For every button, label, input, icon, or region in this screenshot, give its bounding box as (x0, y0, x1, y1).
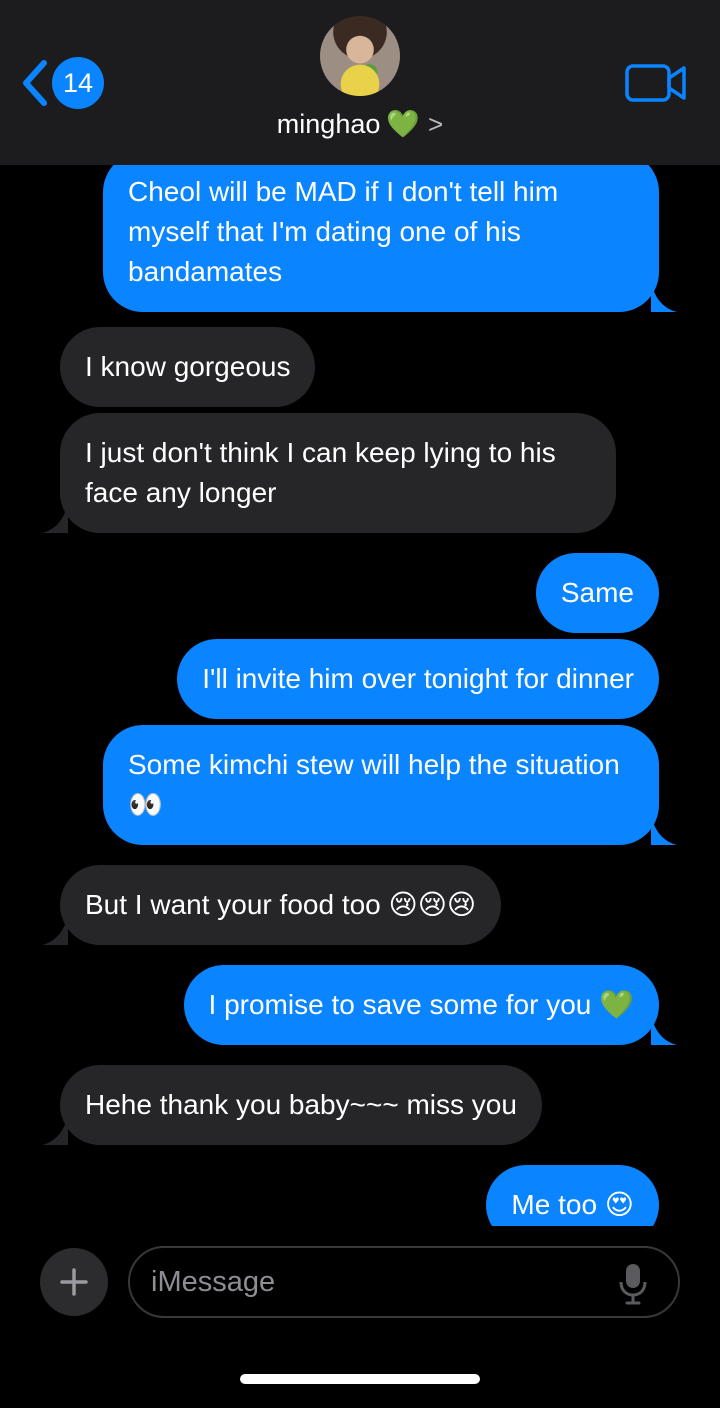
message-text: Same (560, 577, 634, 608)
message-sent[interactable]: Me too 😍 (486, 1165, 659, 1226)
message-text: I know gorgeous (85, 351, 291, 382)
message-sent[interactable]: Some kimchi stew will help the situation… (103, 725, 677, 845)
bubble-tail (651, 282, 677, 312)
video-camera-icon (625, 64, 686, 102)
back-button[interactable]: 14 (18, 56, 104, 110)
contact-name-button[interactable]: minghao 💚 > (0, 108, 720, 140)
message-sent[interactable]: I promise to save some for you 💚 (183, 965, 677, 1045)
bubble-tail (42, 1115, 68, 1145)
message-received[interactable]: I know gorgeous (60, 327, 316, 407)
plus-icon (60, 1268, 88, 1296)
message-input-placeholder: iMessage (151, 1265, 276, 1298)
message-text: Some kimchi stew will help the situation… (128, 749, 620, 820)
message-received[interactable]: Hehe thank you baby~~~ miss you (42, 1065, 542, 1145)
contact-name: minghao (276, 108, 381, 139)
bubble-tail (42, 503, 68, 533)
bubble-tail (651, 1015, 677, 1045)
message-received[interactable]: But I want your food too 😢😢😢 (42, 865, 502, 945)
message-text: I promise to save some for you 💚 (208, 989, 634, 1020)
message-sent[interactable]: Cheol will be MAD if I don't tell him my… (103, 165, 677, 312)
chevron-right-icon: > (428, 108, 444, 139)
microphone-icon[interactable] (618, 1262, 648, 1306)
message-sent[interactable]: I'll invite him over tonight for dinner (177, 639, 659, 719)
green-heart-emoji: 💚 (386, 109, 420, 139)
bubble-tail (42, 915, 68, 945)
contact-avatar[interactable] (320, 16, 400, 96)
message-sent[interactable]: Same (535, 553, 659, 633)
conversation-header: 14 minghao 💚 > (0, 0, 720, 165)
unread-count-badge: 14 (52, 57, 104, 109)
bubble-tail (651, 815, 677, 845)
message-text: I'll invite him over tonight for dinner (202, 663, 634, 694)
message-text: I just don't think I can keep lying to h… (85, 437, 556, 508)
video-call-button[interactable] (625, 63, 687, 108)
message-received[interactable]: I just don't think I can keep lying to h… (42, 413, 616, 533)
message-text: Hehe thank you baby~~~ miss you (85, 1089, 517, 1120)
message-text: Cheol will be MAD if I don't tell him my… (128, 176, 559, 287)
message-text: Me too 😍 (511, 1189, 634, 1220)
apps-plus-button[interactable] (40, 1248, 108, 1316)
back-chevron-icon (23, 60, 47, 106)
message-text: But I want your food too 😢😢😢 (85, 889, 477, 920)
message-input[interactable]: iMessage (128, 1246, 680, 1318)
message-thread[interactable]: Cheol will be MAD if I don't tell him my… (0, 165, 720, 1226)
home-indicator[interactable] (240, 1374, 480, 1384)
